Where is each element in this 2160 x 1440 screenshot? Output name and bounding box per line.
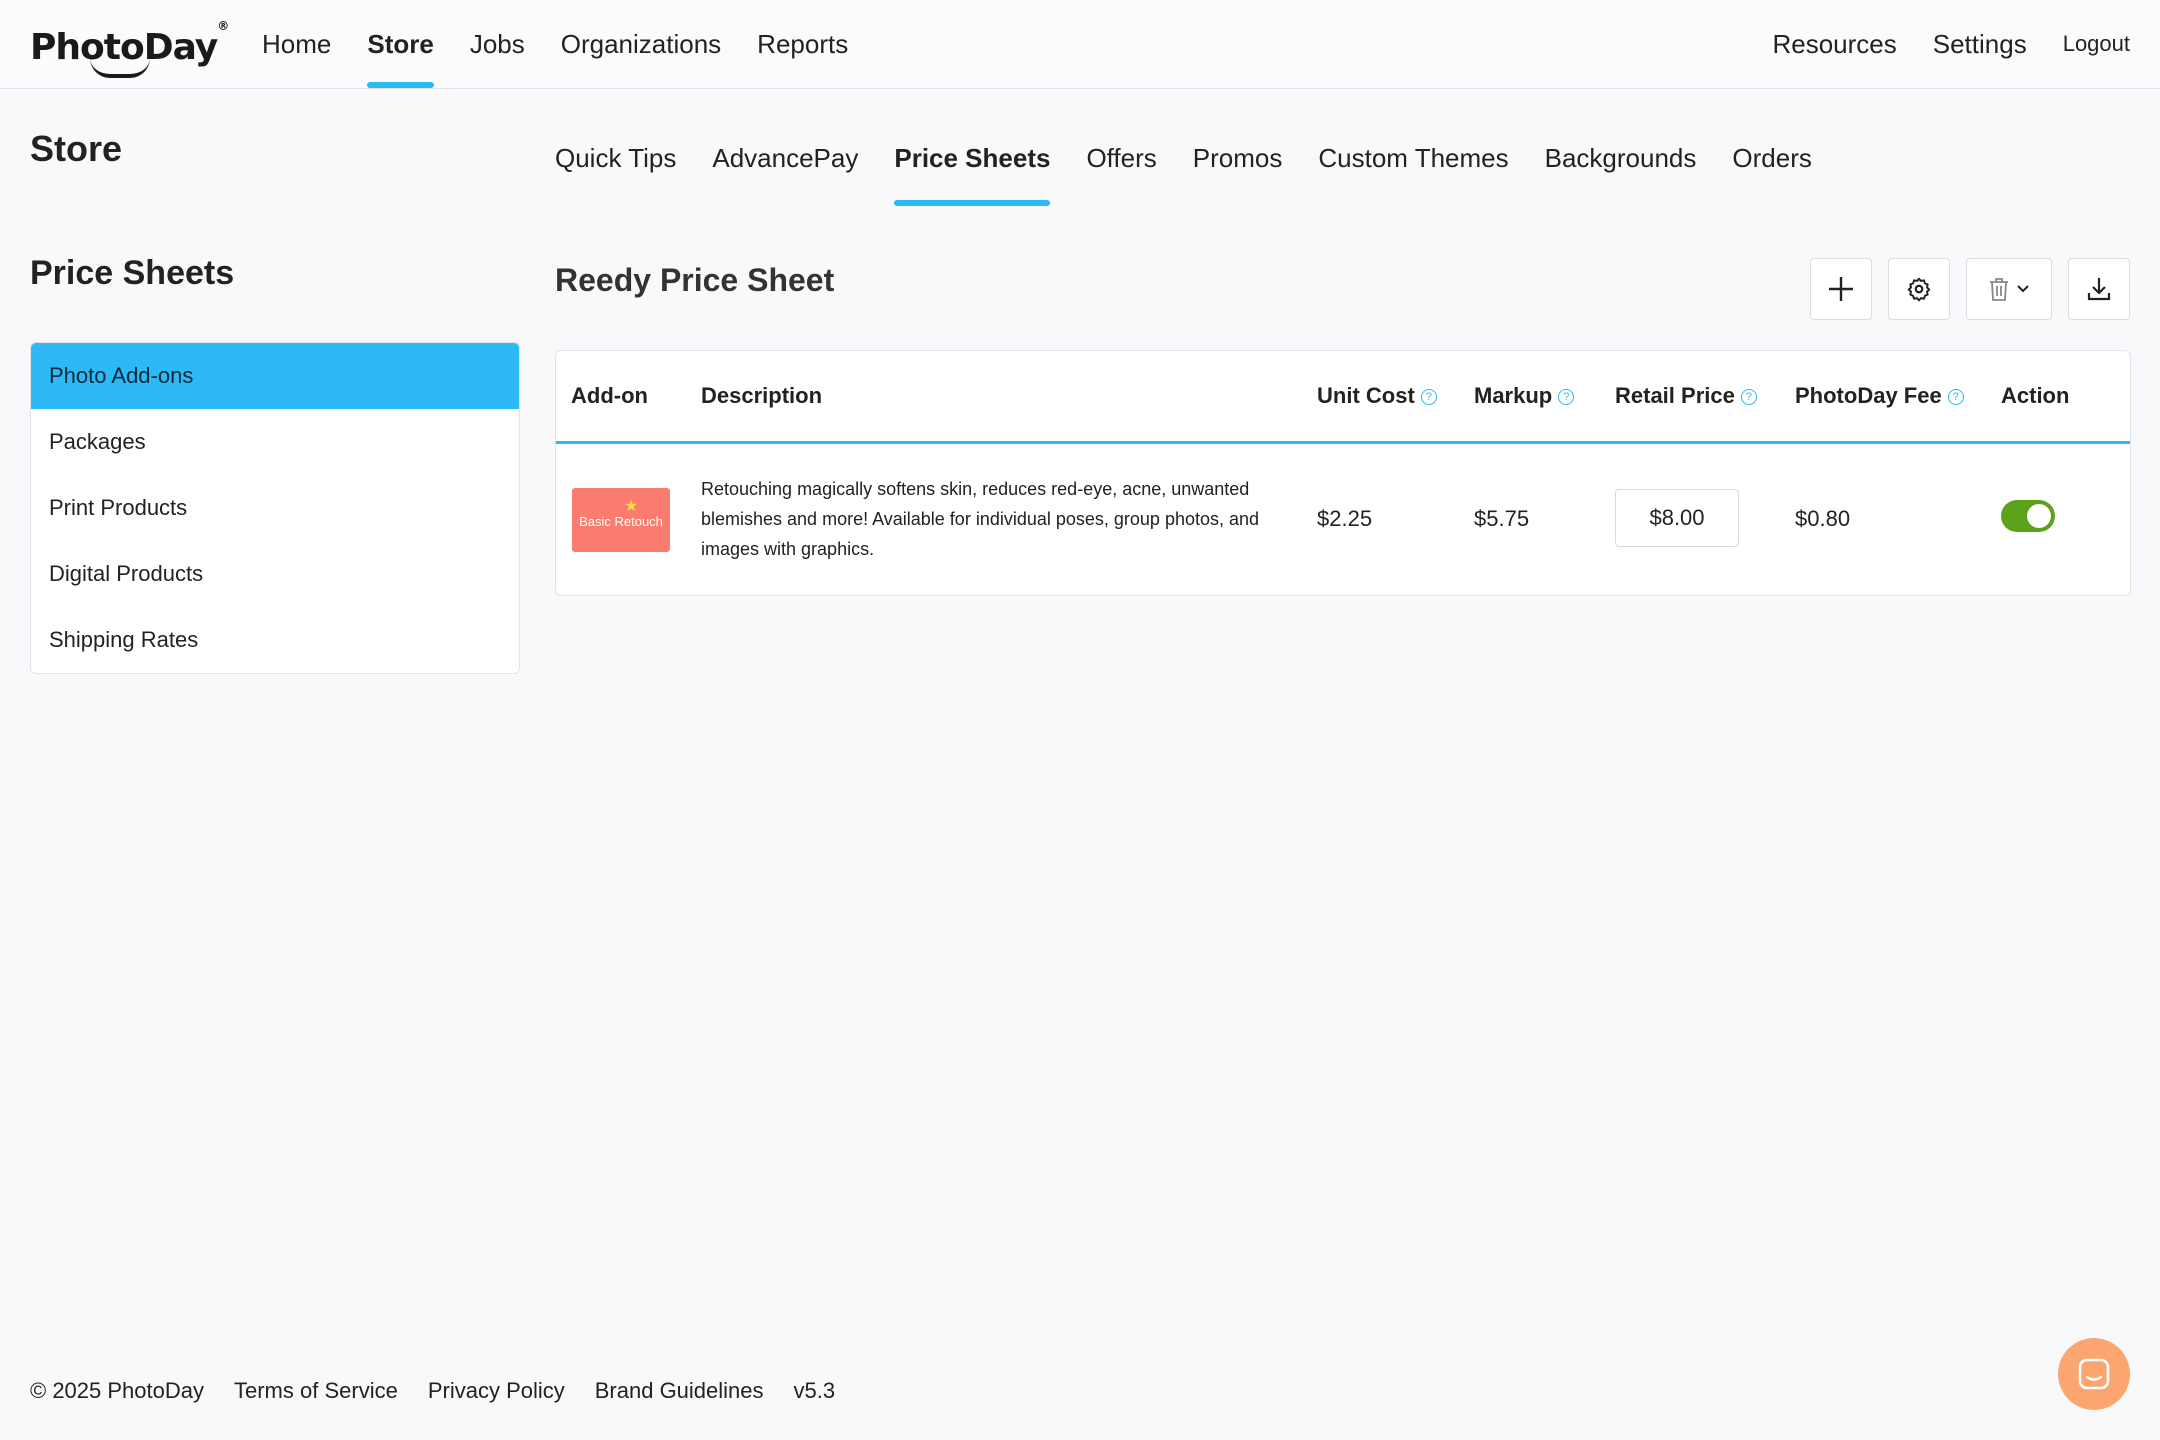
footer: © 2025 PhotoDay Terms of Service Privacy… bbox=[30, 1378, 835, 1404]
retail-price-input[interactable] bbox=[1615, 489, 1739, 547]
column-header-markup: Markup? bbox=[1474, 351, 1575, 441]
top-bar: PhotoDay® Home Store Jobs Organizations … bbox=[0, 0, 2160, 89]
markup-value: $5.75 bbox=[1474, 506, 1530, 531]
photoday-logo[interactable]: PhotoDay® bbox=[30, 14, 229, 78]
sidebar-item-packages[interactable]: Packages bbox=[31, 409, 519, 475]
tab-promos[interactable]: Promos bbox=[1193, 128, 1283, 206]
add-ons-table: Add-on Description Unit Cost? Markup? Re… bbox=[555, 350, 2131, 596]
thumbnail-label: Basic Retouch bbox=[579, 514, 663, 529]
nav-store[interactable]: Store bbox=[367, 0, 435, 88]
photoday-fee-value: $0.80 bbox=[1795, 506, 1851, 531]
tab-advancepay[interactable]: AdvancePay bbox=[712, 128, 858, 206]
sidebar-item-digital-products[interactable]: Digital Products bbox=[31, 541, 519, 607]
sidebar-menu: Photo Add-ons Packages Print Products Di… bbox=[30, 342, 520, 674]
main-nav: Home Store Jobs Organizations Reports bbox=[262, 0, 884, 88]
table-header: Add-on Description Unit Cost? Markup? Re… bbox=[556, 351, 2130, 444]
column-header-unit-cost: Unit Cost? bbox=[1317, 351, 1437, 441]
nav-settings[interactable]: Settings bbox=[1933, 0, 2027, 88]
terms-link[interactable]: Terms of Service bbox=[234, 1378, 398, 1404]
column-header-action: Action bbox=[2001, 383, 2070, 408]
copyright: © 2025 PhotoDay bbox=[30, 1378, 204, 1403]
download-button[interactable] bbox=[2068, 258, 2130, 320]
addon-description: Retouching magically softens skin, reduc… bbox=[701, 479, 1260, 559]
nav-logout[interactable]: Logout bbox=[2063, 0, 2130, 88]
gear-icon bbox=[1907, 277, 1931, 302]
toggle-knob bbox=[2027, 504, 2051, 528]
markup-label: Markup bbox=[1474, 383, 1553, 408]
nav-home[interactable]: Home bbox=[262, 0, 331, 88]
tab-quick-tips[interactable]: Quick Tips bbox=[555, 128, 676, 206]
unit-cost-value: $2.25 bbox=[1317, 506, 1373, 531]
plus-icon bbox=[1829, 277, 1853, 301]
help-icon[interactable]: ? bbox=[1947, 389, 1964, 406]
tab-backgrounds[interactable]: Backgrounds bbox=[1545, 128, 1697, 206]
sidebar-item-photo-add-ons[interactable]: Photo Add-ons bbox=[31, 343, 519, 409]
addon-thumbnail: ★ Basic Retouch bbox=[572, 488, 670, 552]
page-title: Store bbox=[30, 128, 123, 169]
sidebar-item-print-products[interactable]: Print Products bbox=[31, 475, 519, 541]
delete-dropdown-button[interactable] bbox=[1966, 258, 2052, 320]
help-icon[interactable]: ? bbox=[1558, 389, 1575, 406]
retail-price-label: Retail Price bbox=[1615, 383, 1735, 408]
tab-offers[interactable]: Offers bbox=[1086, 128, 1156, 206]
unit-cost-label: Unit Cost bbox=[1317, 383, 1415, 408]
tab-custom-themes[interactable]: Custom Themes bbox=[1318, 128, 1508, 206]
column-header-photoday-fee: PhotoDay Fee? bbox=[1795, 351, 1964, 441]
column-header-description: Description bbox=[701, 383, 823, 408]
download-icon bbox=[2087, 278, 2111, 301]
chat-launcher-button[interactable] bbox=[2058, 1338, 2130, 1410]
photoday-fee-label: PhotoDay Fee bbox=[1795, 383, 1942, 408]
sidebar-title: Price Sheets bbox=[30, 254, 235, 292]
secondary-nav: Resources Settings Logout bbox=[1736, 0, 2130, 88]
column-header-addon: Add-on bbox=[571, 383, 648, 408]
brand-guidelines-link[interactable]: Brand Guidelines bbox=[595, 1378, 764, 1404]
nav-jobs[interactable]: Jobs bbox=[470, 0, 525, 88]
logo-smile-mark bbox=[90, 58, 150, 78]
help-icon[interactable]: ? bbox=[1740, 389, 1757, 406]
tab-price-sheets[interactable]: Price Sheets bbox=[894, 128, 1051, 206]
store-tabs: Quick Tips AdvancePay Price Sheets Offer… bbox=[555, 128, 1848, 206]
sheet-toolbar bbox=[1810, 258, 2130, 320]
settings-button[interactable] bbox=[1888, 258, 1950, 320]
nav-resources[interactable]: Resources bbox=[1772, 0, 1896, 88]
sidebar-item-shipping-rates[interactable]: Shipping Rates bbox=[31, 607, 519, 673]
privacy-link[interactable]: Privacy Policy bbox=[428, 1378, 565, 1404]
trash-icon bbox=[1990, 278, 2008, 301]
price-sheet-title: Reedy Price Sheet bbox=[555, 262, 835, 298]
chevron-down-icon bbox=[2017, 285, 2029, 293]
version-label: v5.3 bbox=[793, 1378, 836, 1403]
add-button[interactable] bbox=[1810, 258, 1872, 320]
help-icon[interactable]: ? bbox=[1420, 389, 1437, 406]
nav-organizations[interactable]: Organizations bbox=[561, 0, 721, 88]
enable-toggle[interactable] bbox=[2001, 500, 2055, 532]
tab-orders[interactable]: Orders bbox=[1732, 128, 1811, 206]
logo-trademark: ® bbox=[217, 19, 229, 33]
table-row: ★ Basic Retouch Retouching magically sof… bbox=[556, 444, 2130, 594]
nav-reports[interactable]: Reports bbox=[757, 0, 848, 88]
chat-icon bbox=[2078, 1358, 2110, 1390]
star-icon: ★ bbox=[624, 498, 639, 515]
column-header-retail-price: Retail Price? bbox=[1615, 351, 1757, 441]
